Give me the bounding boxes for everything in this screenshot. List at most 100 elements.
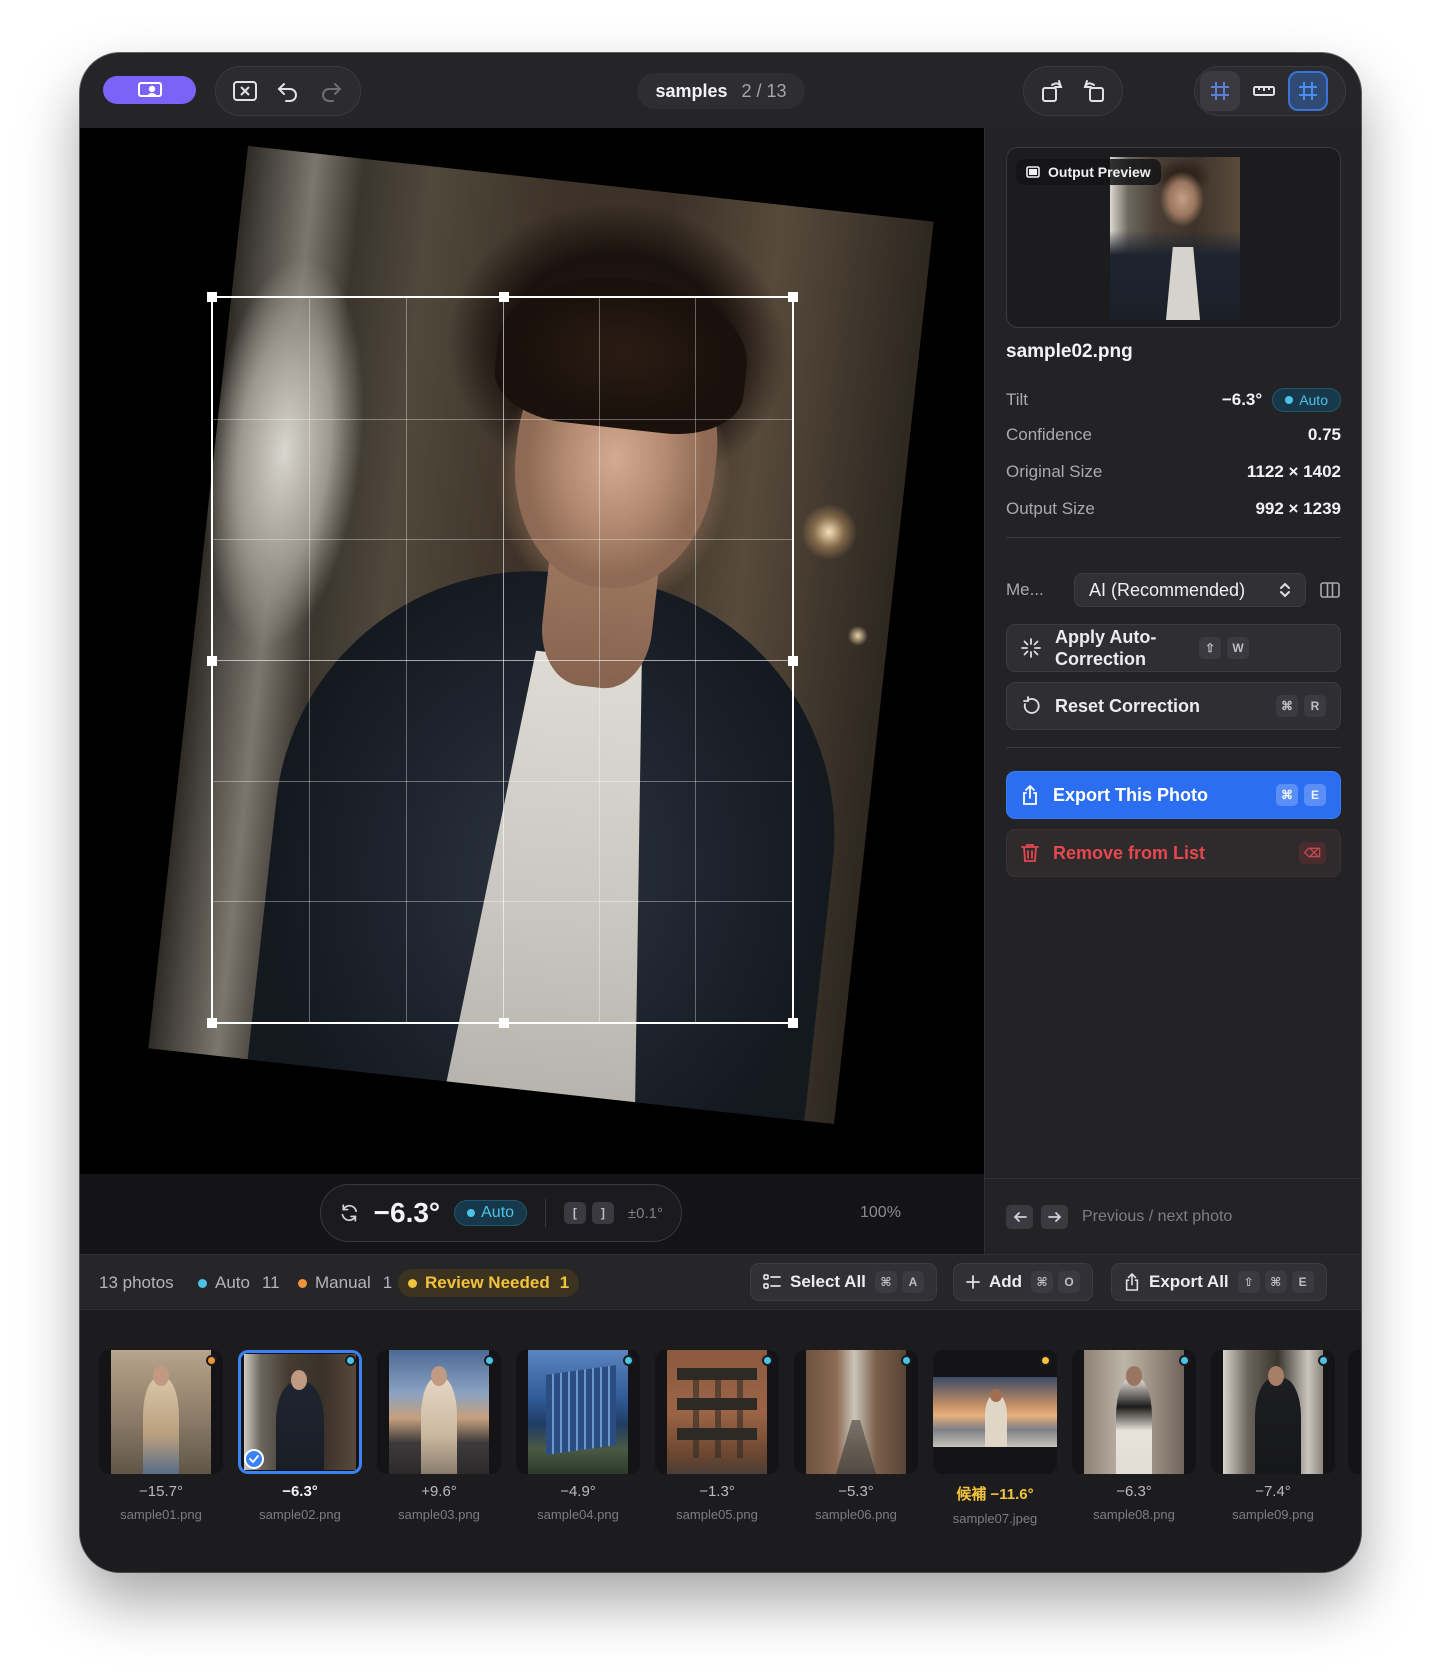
thumbnail-filename: sample03.png: [398, 1507, 480, 1522]
crop-handle-left[interactable]: [207, 656, 217, 666]
review-status-dot: [408, 1278, 417, 1288]
meta-row-output-size: Output Size 992 × 1239: [1006, 499, 1341, 518]
edit-group: [215, 66, 361, 116]
close-button[interactable]: [226, 71, 263, 111]
step-hint: ±0.1°: [627, 1204, 663, 1222]
preview-icon: [1026, 166, 1040, 178]
method-row: Me... AI (Recommended): [1006, 572, 1341, 608]
overlay-group: [1194, 66, 1346, 116]
share-icon: [1125, 1272, 1139, 1291]
building-shape: [546, 1365, 616, 1455]
auto-status-dot: [1318, 1355, 1329, 1366]
image-canvas[interactable]: [80, 128, 984, 1174]
review-needed-filter[interactable]: Review Needed 1: [398, 1255, 580, 1311]
divider: [1006, 537, 1341, 538]
auto-dot: [467, 1209, 476, 1217]
next-photo-button[interactable]: [1041, 1204, 1068, 1229]
thumbnail-image: [1084, 1350, 1184, 1474]
thumbnail-filename: sample06.png: [815, 1507, 897, 1522]
thumbnail-image: [111, 1350, 211, 1474]
compare-columns-icon[interactable]: [1320, 582, 1340, 598]
checklist-icon: [763, 1274, 781, 1289]
auto-status-dot: [484, 1355, 495, 1366]
manual-count[interactable]: Manual 1: [298, 1255, 392, 1311]
view-mode-button[interactable]: [103, 76, 196, 104]
export-all-button[interactable]: Export All ⇧ ⌘ E: [1111, 1263, 1327, 1301]
thumbnail-angle: −4.9°: [560, 1483, 596, 1500]
meta-row-original-size: Original Size 1122 × 1402: [1006, 462, 1341, 481]
manual-status-dot: [206, 1355, 217, 1366]
crop-hash-icon: [1211, 82, 1229, 100]
grid-toggle[interactable]: [1288, 71, 1328, 111]
previous-photo-button[interactable]: [1006, 1204, 1033, 1229]
reset-correction-button[interactable]: Reset Correction ⌘ R: [1006, 682, 1341, 730]
zoom-level[interactable]: 100%: [860, 1204, 901, 1222]
thumbnail-item[interactable]: +9.6° sample03.png: [377, 1350, 501, 1522]
rotate-reset-icon[interactable]: [339, 1201, 360, 1225]
crop-grid-toggle[interactable]: [1200, 71, 1240, 111]
crop-handle-top-left[interactable]: [207, 292, 217, 302]
crop-handle-top[interactable]: [499, 292, 509, 302]
crop-handle-bottom[interactable]: [499, 1018, 509, 1028]
rotate-left-button[interactable]: [1034, 71, 1070, 111]
thumbnail-item[interactable]: −6.3° sample08.png: [1072, 1350, 1196, 1522]
thumbnail-item[interactable]: 候補 −11.6° sample07.jpeg: [933, 1350, 1057, 1526]
grid-hash-icon: [1299, 82, 1317, 100]
current-filename: sample02.png: [1006, 341, 1133, 362]
manual-status-dot: [298, 1278, 307, 1288]
key-increase: ]: [591, 1202, 614, 1224]
rotate-left-icon: [1042, 80, 1063, 102]
auto-status-dot: [901, 1355, 912, 1366]
delete-key-icon: ⌫: [1299, 842, 1326, 864]
thumbnail-overflow: [1348, 1350, 1361, 1474]
close-box-icon: [232, 81, 257, 101]
plus-icon: [966, 1275, 980, 1289]
ruler-toggle[interactable]: [1244, 71, 1284, 111]
thumbnail-angle: −6.3°: [282, 1483, 318, 1500]
thumbnail-item[interactable]: −5.3° sample06.png: [794, 1350, 918, 1522]
arrow-right-icon: [1047, 1211, 1061, 1222]
inspector-panel: Output Preview sample02.png Tilt −6.3° A…: [984, 128, 1361, 1254]
auto-count[interactable]: Auto 11: [198, 1255, 280, 1311]
thumbnail-item[interactable]: −1.3° sample05.png: [655, 1350, 779, 1522]
crop-handle-bottom-right[interactable]: [788, 1018, 798, 1028]
rotate-right-button[interactable]: [1076, 71, 1112, 111]
monitor-person-icon: [137, 82, 162, 97]
undo-button[interactable]: [269, 71, 306, 111]
crop-frame[interactable]: [207, 292, 798, 1028]
thumbnail-image: [1223, 1350, 1323, 1474]
document-title: samples 2 / 13: [637, 73, 805, 109]
thumbnail-image: [528, 1350, 628, 1474]
thumbnail-item[interactable]: −15.7° sample01.png: [99, 1350, 223, 1522]
rotate-right-icon: [1083, 80, 1104, 102]
apply-auto-correction-button[interactable]: Apply Auto-Correction ⇧ W: [1006, 624, 1341, 672]
crop-handle-top-right[interactable]: [788, 292, 798, 302]
thumbnail-item[interactable]: −7.4° sample09.png: [1211, 1350, 1335, 1522]
crop-handle-bottom-left[interactable]: [207, 1018, 217, 1028]
street-shape: [836, 1420, 876, 1474]
thumbnail-item-selected[interactable]: −6.3° sample02.png: [238, 1350, 362, 1522]
crop-handle-right[interactable]: [788, 656, 798, 666]
separator: [545, 1199, 546, 1227]
auto-status-dot: [198, 1278, 207, 1288]
redo-button[interactable]: [313, 71, 350, 111]
remove-from-list-button[interactable]: Remove from List ⌫: [1006, 829, 1341, 877]
thumbnail-angle: 候補 −11.6°: [956, 1486, 1034, 1503]
meta-row-tilt: Tilt −6.3° Auto: [1006, 388, 1341, 412]
rotation-control[interactable]: −6.3° Auto [ ] ±0.1°: [320, 1184, 682, 1242]
divider: [1006, 747, 1341, 748]
rotation-value: −6.3°: [373, 1197, 441, 1228]
auto-badge: Auto: [454, 1200, 528, 1226]
tilt-value: −6.3°: [1221, 390, 1263, 409]
method-select[interactable]: AI (Recommended): [1074, 573, 1306, 607]
key-decrease: [: [563, 1202, 586, 1224]
export-this-photo-button[interactable]: Export This Photo ⌘ E: [1006, 771, 1341, 819]
add-button[interactable]: Add ⌘ O: [953, 1263, 1094, 1301]
thumbnail-filename: sample08.png: [1093, 1507, 1175, 1522]
review-status-dot: [1040, 1355, 1051, 1366]
thumbnail-item[interactable]: −4.9° sample04.png: [516, 1350, 640, 1522]
undo-icon: [277, 83, 297, 102]
grid-line: [598, 298, 600, 1022]
select-all-button[interactable]: Select All ⌘ A: [750, 1263, 937, 1301]
thumbnail-angle: −5.3°: [838, 1483, 874, 1500]
